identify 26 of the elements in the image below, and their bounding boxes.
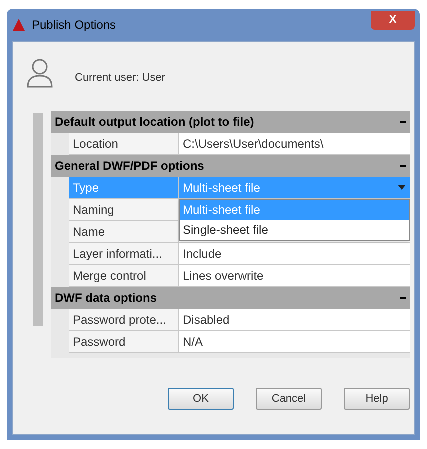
app-logo-icon <box>12 18 26 32</box>
property-name[interactable]: Password prote... <box>69 309 179 330</box>
property-name[interactable]: Merge control <box>69 265 179 286</box>
property-name[interactable]: Name <box>69 221 179 242</box>
dialog-button[interactable]: OK <box>168 388 234 410</box>
property-name[interactable]: Naming <box>69 199 179 220</box>
section-header[interactable]: DWF data options <box>51 287 410 309</box>
property-value[interactable]: N/A <box>179 331 410 352</box>
property-name[interactable]: Password <box>69 331 179 352</box>
dropdown-option[interactable]: Single-sheet file <box>180 220 409 240</box>
caret-icon <box>398 185 406 190</box>
dialog-button[interactable]: Help <box>344 388 410 410</box>
section-header[interactable]: General DWF/PDF options <box>51 155 410 177</box>
current-user-label: Current user: User <box>75 70 166 86</box>
section-header[interactable]: Default output location (plot to file) <box>51 111 410 133</box>
close-button[interactable]: X <box>371 10 415 30</box>
property-name[interactable]: Location <box>69 133 179 154</box>
window-title: Publish Options <box>32 17 116 34</box>
property-value[interactable]: Disabled <box>179 309 410 330</box>
property-value[interactable]: Include <box>179 243 410 264</box>
property-value[interactable]: Lines overwrite <box>179 265 410 286</box>
user-icon <box>27 58 53 88</box>
dialog-button[interactable]: Cancel <box>256 388 322 410</box>
property-name[interactable]: Layer informati... <box>69 243 179 264</box>
scrollbar[interactable] <box>33 113 43 326</box>
property-value[interactable]: C:\Users\User\documents\ <box>179 133 410 154</box>
